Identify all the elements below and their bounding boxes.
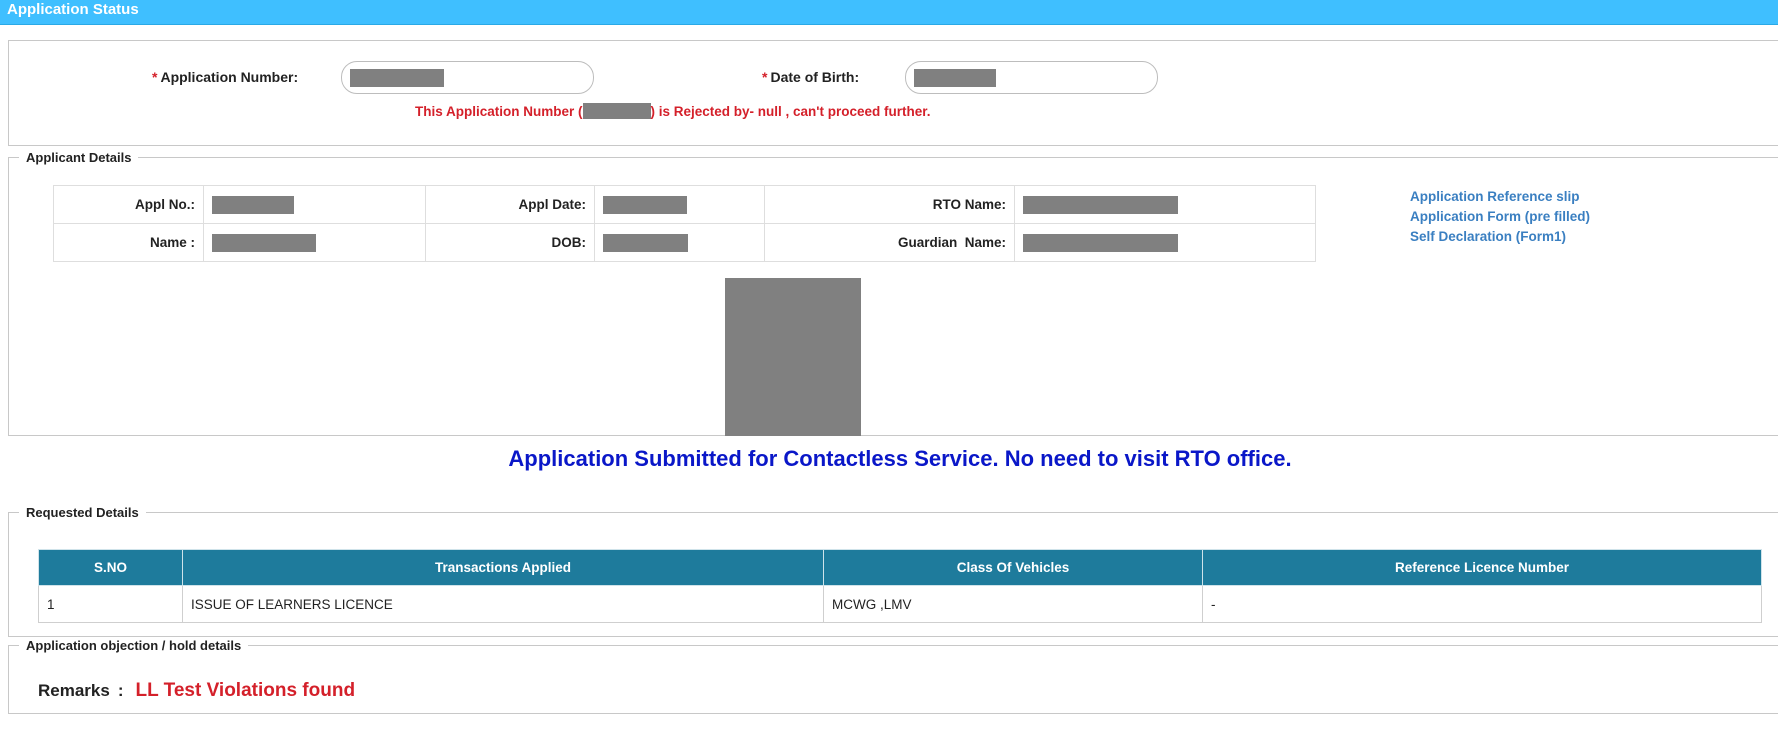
- appl-date-value: [594, 185, 765, 224]
- appl-no-label: Appl No.:: [53, 185, 204, 224]
- redacted-rto-name: [1023, 195, 1178, 214]
- guardian-name-value: [1014, 223, 1316, 262]
- cell-transaction: ISSUE OF LEARNERS LICENCE: [182, 585, 824, 623]
- name-value: [203, 223, 426, 262]
- redacted-appl-date: [603, 195, 687, 214]
- requested-details-legend: Requested Details: [26, 505, 139, 520]
- column-header-sno: S.NO: [38, 549, 183, 586]
- rto-name-label: RTO Name:: [764, 185, 1015, 224]
- application-status-page: Application Status * Application Number: …: [0, 0, 1778, 740]
- redacted-guardian-name: [1023, 233, 1178, 252]
- objection-details-section: Application objection / hold details: [8, 638, 1778, 714]
- column-header-class-of-vehicles: Class Of Vehicles: [823, 549, 1203, 586]
- table-row: Appl No.: Appl Date: RTO Name:: [53, 185, 1316, 224]
- column-header-transactions: Transactions Applied: [182, 549, 824, 586]
- table-header-row: S.NO Transactions Applied Class Of Vehic…: [38, 549, 1762, 586]
- application-number-input[interactable]: [341, 61, 594, 94]
- cell-class-of-vehicles: MCWG ,LMV: [823, 585, 1203, 623]
- date-of-birth-label: * Date of Birth:: [762, 69, 860, 85]
- cell-sno: 1: [38, 585, 183, 623]
- table-row: 1 ISSUE OF LEARNERS LICENCE MCWG ,LMV -: [38, 585, 1762, 623]
- requested-details-table: S.NO Transactions Applied Class Of Vehic…: [38, 549, 1762, 623]
- column-header-reference-licence-number: Reference Licence Number: [1202, 549, 1762, 586]
- remarks-value: LL Test Violations found: [135, 680, 356, 701]
- applicant-photo-redacted: [725, 278, 861, 436]
- remarks-label: Remarks: [38, 681, 110, 700]
- dob-value: [594, 223, 765, 262]
- name-label: Name :: [53, 223, 204, 262]
- application-number-label: * Application Number:: [152, 69, 299, 85]
- redacted-name: [212, 233, 316, 252]
- objection-details-legend: Application objection / hold details: [26, 638, 242, 653]
- required-marker: *: [152, 69, 158, 85]
- date-of-birth-input[interactable]: [905, 61, 1158, 94]
- redacted-application-number: [350, 69, 444, 87]
- cell-reference-licence-number: -: [1202, 585, 1762, 623]
- application-form-link[interactable]: Application Form (pre filled): [1410, 207, 1590, 227]
- remarks-line: Remarks: LL Test Violations found: [38, 680, 355, 702]
- appl-no-value: [203, 185, 426, 224]
- rejection-error-message: This Application Number () is Rejected b…: [415, 103, 931, 119]
- header-bar: Application Status: [0, 0, 1778, 25]
- redacted-application-number-inline: [582, 103, 651, 119]
- appl-date-label: Appl Date:: [425, 185, 595, 224]
- application-reference-slip-link[interactable]: Application Reference slip: [1410, 187, 1590, 207]
- document-links: Application Reference slip Application F…: [1410, 187, 1590, 247]
- guardian-name-label: Guardian Name:: [764, 223, 1015, 262]
- applicant-details-table: Appl No.: Appl Date: RTO Name: Name : DO…: [53, 185, 1316, 262]
- applicant-details-legend: Applicant Details: [26, 150, 132, 165]
- remarks-separator: :: [117, 681, 124, 700]
- search-section: * Application Number: * Date of Birth: Thi…: [8, 40, 1778, 146]
- page-title: Application Status: [7, 1, 139, 18]
- redacted-dob: [603, 233, 688, 252]
- dob-label: DOB:: [425, 223, 595, 262]
- redacted-date-of-birth: [914, 69, 996, 87]
- contactless-service-notice: Application Submitted for Contactless Se…: [508, 446, 1292, 471]
- rto-name-value: [1014, 185, 1316, 224]
- required-marker: *: [762, 69, 768, 85]
- table-row: Name : DOB: Guardian Name:: [53, 223, 1316, 262]
- self-declaration-link[interactable]: Self Declaration (Form1): [1410, 227, 1590, 247]
- redacted-appl-no: [212, 195, 294, 214]
